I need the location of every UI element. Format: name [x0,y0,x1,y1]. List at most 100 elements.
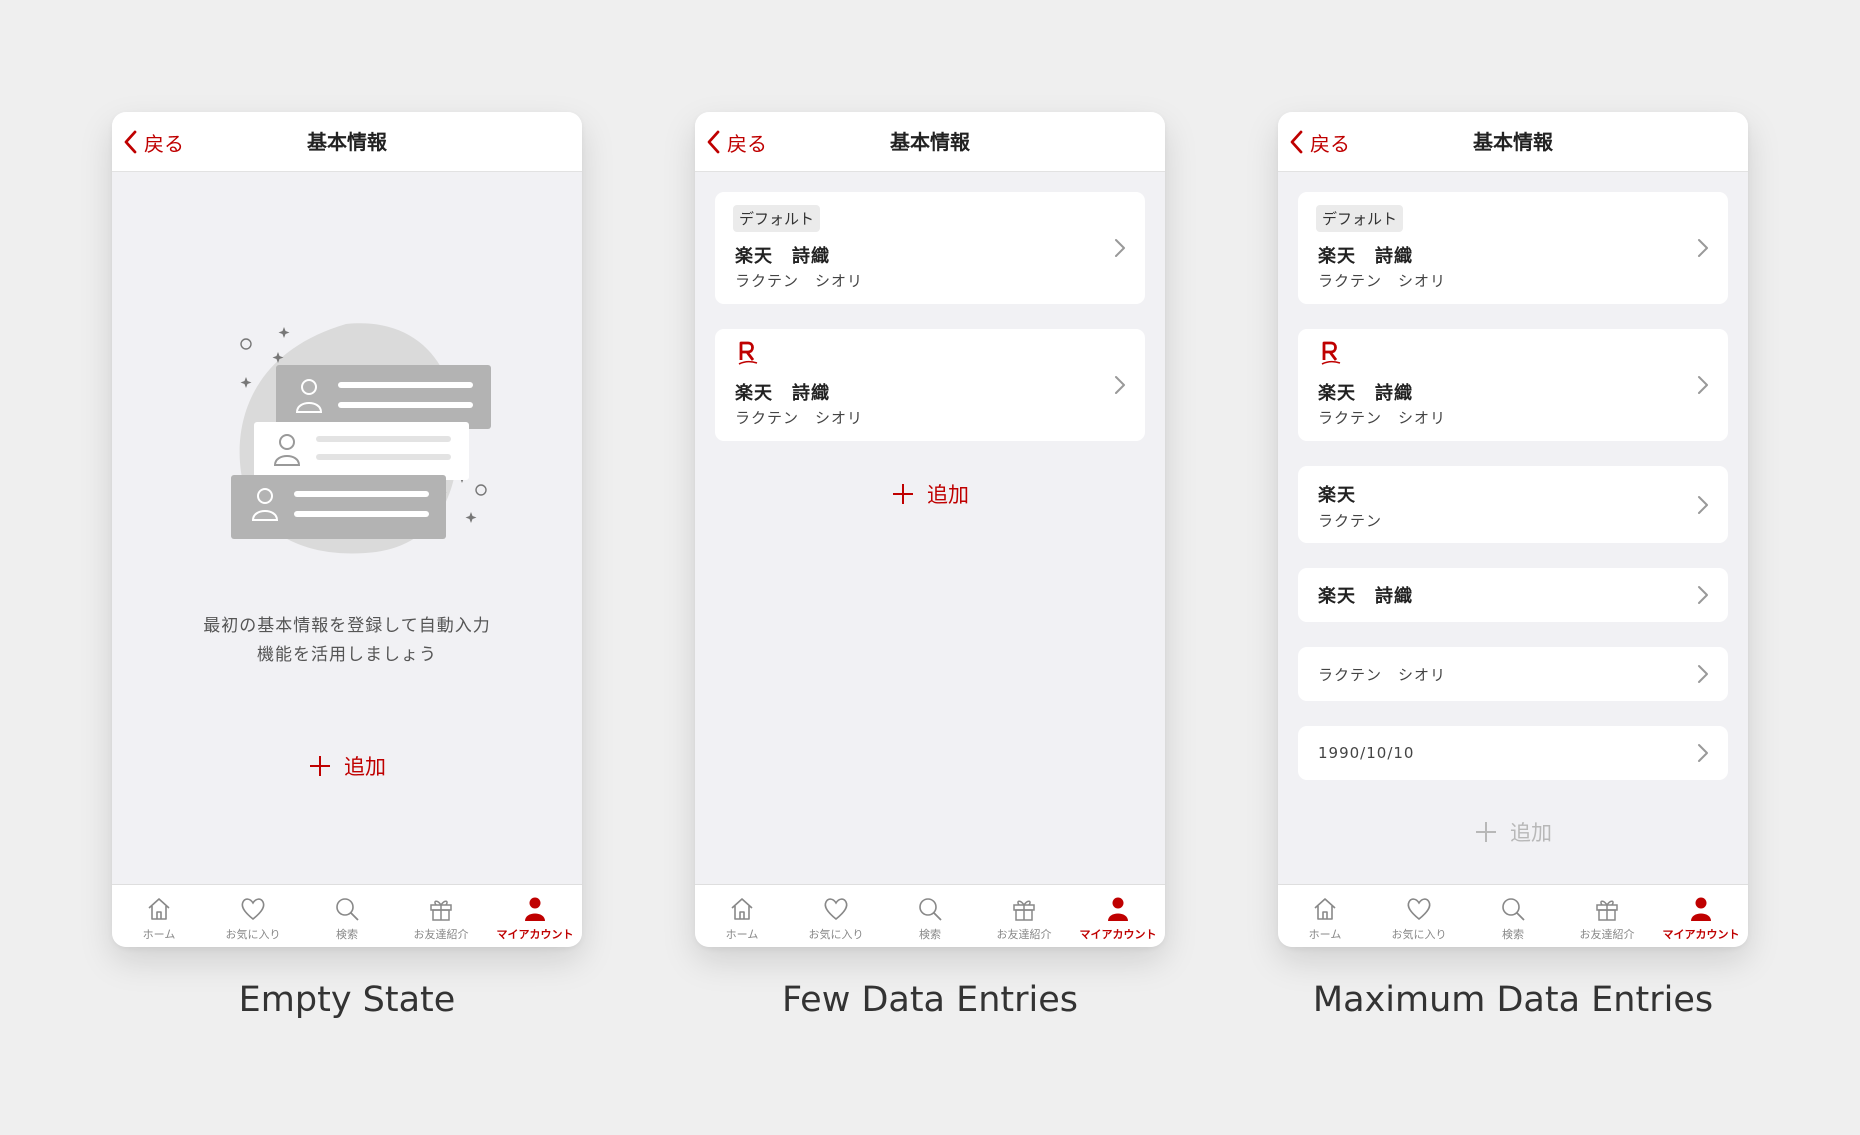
tab-my-account[interactable]: マイアカウント [1654,885,1748,947]
page-title: 基本情報 [890,130,970,154]
rakuten-r-icon [1321,341,1341,365]
page-title: 基本情報 [307,130,387,154]
profile-card[interactable]: 楽天 詩織 [1298,568,1728,622]
tab-home[interactable]: ホーム [1278,885,1372,947]
plus-icon [893,484,913,504]
tab-label: ホーム [1308,928,1342,941]
empty-state-message: 最初の基本情報を登録して自動入力 機能を活用しましょう [112,612,582,670]
profile-name: 楽天 詩織 [1318,246,1413,267]
navigation-bar: 戻る 基本情報 [695,112,1165,172]
profile-kana: ラクテン シオリ [1318,665,1447,684]
default-badge: デフォルト [733,205,821,232]
tab-label: マイアカウント [1662,928,1740,941]
add-label: 追加 [927,483,969,507]
chevron-right-icon [1698,586,1708,604]
empty-message-line-2: 機能を活用しましょう [257,645,437,665]
home-icon [148,898,170,920]
tab-home[interactable]: ホーム [695,885,789,947]
plus-icon [1476,822,1496,842]
user-icon [1108,897,1128,921]
default-badge: デフォルト [1316,205,1404,232]
add-label: 追加 [344,755,386,779]
caption-few-entries: Few Data Entries [781,980,1079,1020]
tab-search[interactable]: 検索 [883,885,977,947]
profile-kana: ラクテン シオリ [735,272,864,290]
search-icon [336,898,359,921]
navigation-bar: 戻る 基本情報 [112,112,582,172]
heart-icon [241,898,265,921]
add-button[interactable]: 追加 [695,479,1165,509]
tab-label: 検索 [336,928,358,941]
tab-label: お気に入り [1391,928,1447,941]
chevron-right-icon [1115,239,1125,257]
user-icon [525,897,545,921]
profile-kana: ラクテン シオリ [1318,409,1447,427]
tab-label: お気に入り [225,928,281,941]
tab-label: 検索 [919,928,941,941]
phone-screen-max-entries: 戻る 基本情報 デフォルト 楽天 詩織 ラクテン シオリ 楽天 詩織 ラクテン … [1278,112,1748,947]
tab-label: 検索 [1502,928,1524,941]
tab-label: お気に入り [808,928,864,941]
tab-home[interactable]: ホーム [112,885,206,947]
profile-card[interactable]: 楽天 詩織 ラクテン シオリ [1298,329,1728,441]
content-area: デフォルト 楽天 詩織 ラクテン シオリ 楽天 詩織 ラクテン シオリ 追加 [695,172,1165,947]
chevron-right-icon [1698,239,1708,257]
tab-label: マイアカウント [496,928,574,941]
tab-label: お友達紹介 [413,928,469,941]
tab-label: お友達紹介 [996,928,1052,941]
page-title: 基本情報 [1473,130,1553,154]
tab-favorites[interactable]: お気に入り [789,885,883,947]
heart-icon [1407,898,1431,921]
tab-my-account[interactable]: マイアカウント [488,885,582,947]
tab-label: ホーム [725,928,759,941]
gift-icon [1596,900,1618,921]
tab-label: ホーム [142,928,176,941]
empty-message-line-1: 最初の基本情報を登録して自動入力 [203,616,491,636]
profile-card[interactable]: デフォルト 楽天 詩織 ラクテン シオリ [715,192,1145,304]
gift-icon [1013,900,1035,921]
tab-favorites[interactable]: お気に入り [1372,885,1466,947]
profile-name: 楽天 詩織 [735,246,830,267]
phone-screen-empty-state: 戻る 基本情報 最初の基本情報を登録して自動入力 機能を活用しましょう 追加 ホ… [112,112,582,947]
profile-name: 楽天 詩織 [1318,586,1413,607]
home-icon [1314,898,1336,920]
tab-label: マイアカウント [1079,928,1157,941]
add-button-disabled: 追加 [1278,817,1748,847]
tab-label: お友達紹介 [1579,928,1635,941]
tab-invite-friends[interactable]: お友達紹介 [977,885,1071,947]
profile-kana: ラクテン シオリ [1318,272,1447,290]
search-icon [1502,898,1525,921]
profile-card[interactable]: 楽天 詩織 ラクテン シオリ [715,329,1145,441]
tab-favorites[interactable]: お気に入り [206,885,300,947]
tab-invite-friends[interactable]: お友達紹介 [394,885,488,947]
plus-icon [310,756,330,776]
chevron-right-icon [1698,376,1708,394]
gift-icon [430,900,452,921]
user-icon [1691,897,1711,921]
caption-max-entries: Maximum Data Entries [1312,980,1714,1020]
chevron-right-icon [1698,665,1708,683]
tab-search[interactable]: 検索 [1466,885,1560,947]
profile-kana: ラクテン シオリ [735,409,864,427]
phone-screen-few-entries: 戻る 基本情報 デフォルト 楽天 詩織 ラクテン シオリ 楽天 詩織 ラクテン … [695,112,1165,947]
search-icon [919,898,942,921]
tab-bar: ホーム お気に入り 検索 お友達紹介 マイアカウント [112,884,582,947]
tab-my-account[interactable]: マイアカウント [1071,885,1165,947]
profile-kana: ラクテン [1318,512,1383,530]
profile-birthdate: 1990/10/10 [1318,744,1415,762]
profile-name: 楽天 詩織 [1318,383,1413,404]
profile-card[interactable]: デフォルト 楽天 詩織 ラクテン シオリ [1298,192,1728,304]
add-button[interactable]: 追加 [112,751,582,781]
tab-search[interactable]: 検索 [300,885,394,947]
chevron-right-icon [1698,495,1708,514]
profile-name: 楽天 詩織 [735,383,830,404]
chevron-right-icon [1698,744,1708,762]
profile-card[interactable]: 楽天 ラクテン [1298,466,1728,543]
tab-bar: ホーム お気に入り 検索 お友達紹介 マイアカウント [695,884,1165,947]
caption-empty-state: Empty State [238,980,456,1020]
tab-bar: ホーム お気に入り 検索 お友達紹介 マイアカウント [1278,884,1748,947]
tab-invite-friends[interactable]: お友達紹介 [1560,885,1654,947]
profile-card[interactable]: 1990/10/10 [1298,726,1728,780]
profile-card[interactable]: ラクテン シオリ [1298,647,1728,701]
rakuten-r-icon [738,341,758,365]
